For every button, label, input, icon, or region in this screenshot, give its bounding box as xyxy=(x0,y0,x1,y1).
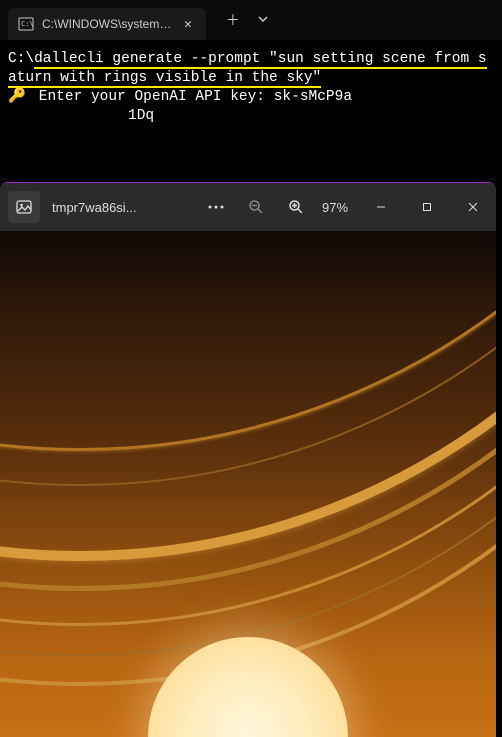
minimize-button[interactable] xyxy=(358,191,404,223)
zoom-out-button[interactable] xyxy=(242,193,270,221)
tab-close-button[interactable]: ✕ xyxy=(180,15,196,34)
api-key-prompt-line: 🔑 Enter your OpenAI API key: sk-sMcP9a xyxy=(8,88,494,107)
key-icon: 🔑 xyxy=(8,88,26,107)
saturn-ring xyxy=(0,231,496,686)
viewer-zoom-controls: 97% xyxy=(202,193,358,221)
command-line: C:\dallecli generate --prompt "sun setti… xyxy=(8,50,494,88)
zoom-level-label: 97% xyxy=(322,200,358,215)
prompt-prefix: C:\ xyxy=(8,51,34,67)
image-canvas[interactable] xyxy=(0,231,496,737)
image-viewer-window: tmpr7wa86si... 97% xyxy=(0,182,496,737)
cmd-icon: C:\ xyxy=(18,16,34,32)
svg-text:C:\: C:\ xyxy=(21,20,34,28)
tab-title: C:\WINDOWS\system32\cmd. xyxy=(42,17,172,31)
window-controls xyxy=(358,191,496,223)
tab-dropdown-button[interactable] xyxy=(258,12,268,28)
api-key-value-part1: sk-sMcP9a xyxy=(274,89,352,105)
maximize-button[interactable] xyxy=(404,191,450,223)
zoom-in-button[interactable] xyxy=(282,193,310,221)
close-button[interactable] xyxy=(450,191,496,223)
api-key-value-part2: 1Dq xyxy=(128,108,154,124)
terminal-tab[interactable]: C:\ C:\WINDOWS\system32\cmd. ✕ xyxy=(8,8,206,40)
terminal-output[interactable]: C:\dallecli generate --prompt "sun setti… xyxy=(0,40,502,135)
api-key-line-2: 1Dq xyxy=(8,107,494,126)
viewer-toolbar: tmpr7wa86si... 97% xyxy=(0,183,496,231)
viewer-filename: tmpr7wa86si... xyxy=(52,200,137,215)
terminal-tab-bar: C:\ C:\WINDOWS\system32\cmd. ✕ ＋ xyxy=(0,0,502,40)
more-options-button[interactable] xyxy=(202,193,230,221)
photos-app-icon[interactable] xyxy=(8,191,40,223)
command-text: dallecli generate --prompt "sun setting … xyxy=(8,51,487,88)
api-key-prompt-label: Enter your OpenAI API key: xyxy=(39,89,265,105)
tab-actions: ＋ xyxy=(226,10,268,30)
new-tab-button[interactable]: ＋ xyxy=(226,10,240,30)
